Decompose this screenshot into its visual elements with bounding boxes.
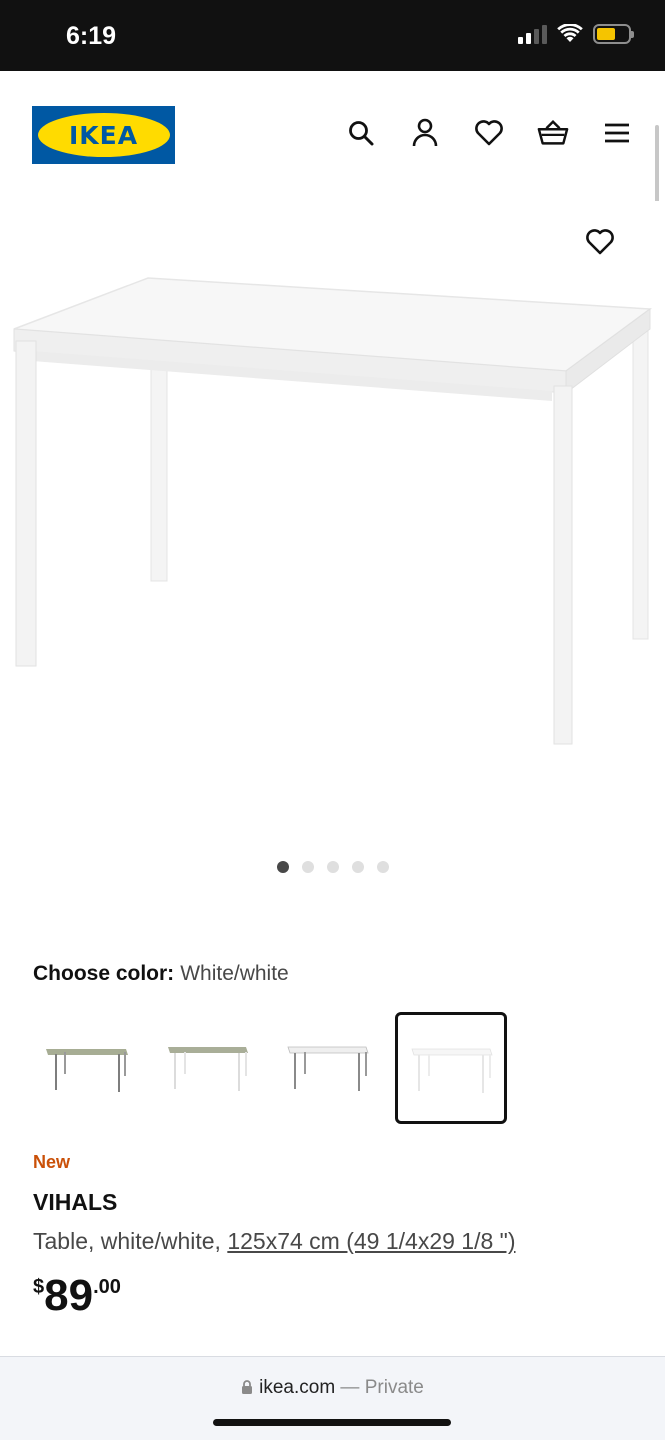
carousel-dot[interactable]: [376, 861, 389, 873]
product-image[interactable]: [0, 201, 665, 841]
heart-icon: [586, 229, 614, 255]
signal-icon: [518, 24, 547, 44]
price-decimal: .00: [93, 1276, 121, 1298]
account-icon[interactable]: [409, 117, 441, 149]
color-value: White/white: [180, 962, 289, 985]
new-badge: New: [33, 1152, 71, 1172]
swatch-white-white[interactable]: [395, 1012, 507, 1124]
url-display[interactable]: ikea.com — Private: [0, 1377, 665, 1399]
color-swatches: [33, 1012, 507, 1124]
status-icons: [518, 24, 634, 44]
carousel-dot[interactable]: [351, 861, 364, 873]
carousel-dot[interactable]: [326, 861, 339, 873]
color-label: Choose color:: [33, 962, 175, 985]
wifi-icon: [557, 24, 583, 42]
color-choice: Choose color: White/white: [33, 962, 289, 986]
lock-icon: [242, 1380, 253, 1395]
battery-icon: [593, 24, 634, 44]
header-icons: [345, 117, 633, 149]
heart-icon[interactable]: [473, 117, 505, 149]
product-description: Table, white/white, 125x74 cm (49 1/4x29…: [33, 1228, 516, 1255]
product-name: VIHALS: [33, 1189, 118, 1215]
menu-icon[interactable]: [601, 117, 633, 149]
product-dimensions-link[interactable]: 125x74 cm (49 1/4x29 1/8 "): [227, 1228, 515, 1254]
site-header: IKEA: [0, 71, 665, 201]
basket-icon[interactable]: [537, 117, 569, 149]
status-bar: 6:19: [0, 0, 665, 71]
home-indicator[interactable]: [213, 1419, 451, 1426]
logo-text: IKEA: [68, 120, 139, 150]
url-separator: —: [335, 1377, 365, 1398]
price-currency: $: [33, 1276, 45, 1298]
product-type: Table, white/white,: [33, 1228, 228, 1254]
ikea-logo[interactable]: IKEA: [32, 106, 175, 164]
carousel-dot[interactable]: [276, 861, 289, 873]
swatch-green-white[interactable]: [153, 1012, 260, 1120]
swatch-white-gray[interactable]: [273, 1012, 380, 1120]
table-illustration: [13, 277, 653, 745]
browser-address-bar[interactable]: ikea.com — Private: [0, 1356, 665, 1440]
search-icon[interactable]: [345, 117, 377, 149]
carousel-dot[interactable]: [301, 861, 314, 873]
price-integer: 89: [44, 1271, 94, 1320]
url-domain: ikea.com: [259, 1377, 336, 1398]
status-time: 6:19: [66, 22, 117, 50]
private-mode-label: Private: [364, 1377, 424, 1398]
carousel-dots: [0, 861, 665, 873]
product-price: $89.00: [33, 1268, 121, 1318]
favorite-button[interactable]: [582, 224, 618, 260]
swatch-green-gray[interactable]: [33, 1012, 140, 1120]
